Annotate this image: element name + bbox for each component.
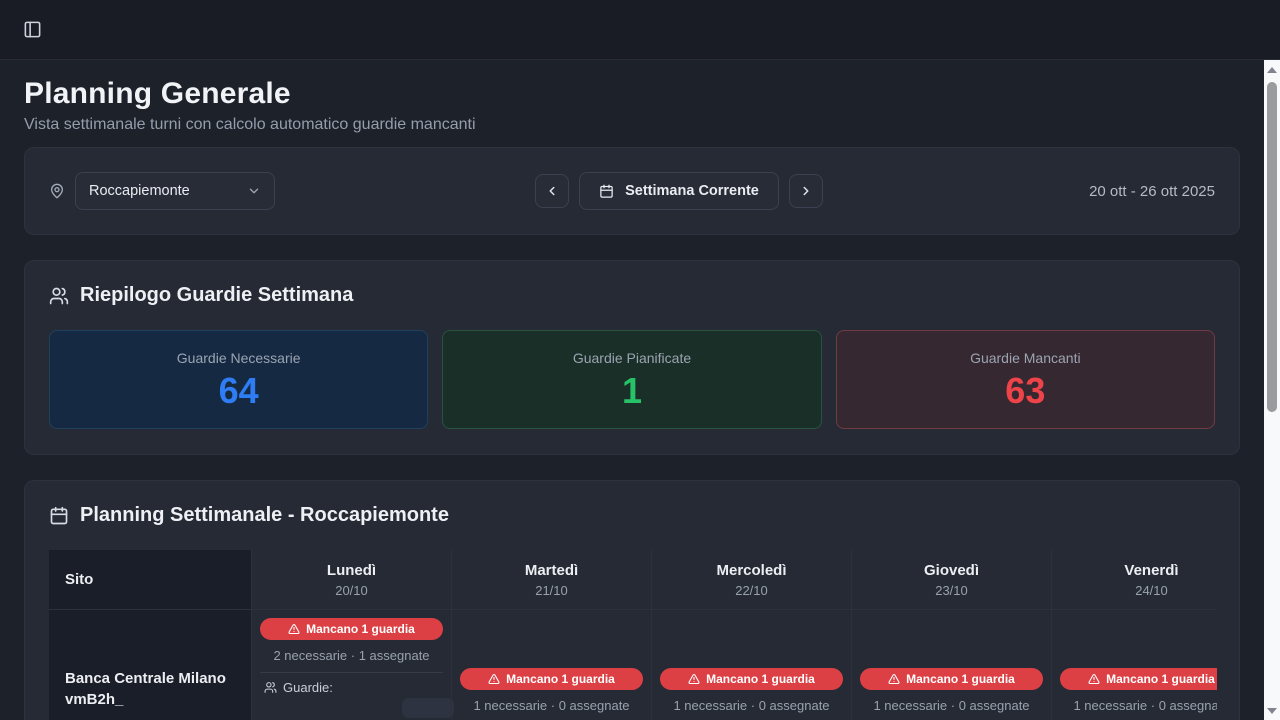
alert-triangle-icon <box>488 673 500 685</box>
scrollbar-thumb[interactable] <box>1267 82 1277 412</box>
summary-title-row: Riepilogo Guardie Settimana <box>49 284 1215 307</box>
missing-guard-badge[interactable]: Mancano 1 guardia <box>860 668 1043 690</box>
summary-stats: Guardie Necessarie 64 Guardie Pianificat… <box>49 330 1215 429</box>
day-cell-venerdi: Mancano 1 guardia 1 necessarie · 0 asseg… <box>1051 610 1217 720</box>
guards-label: Guardie: <box>283 680 333 695</box>
site-name-cell: Banca Centrale Milano vmB2h_ <box>49 610 251 720</box>
planning-table-wrapper: Sito Lunedì 20/10 Martedì 21/10 Mercoled… <box>49 550 1217 720</box>
page-subtitle: Vista settimanale turni con calcolo auto… <box>24 116 1240 134</box>
location-filter: Roccapiemonte <box>49 172 488 210</box>
day-cell-lunedi: Mancano 1 guardia 2 necessarie · 1 asseg… <box>251 610 451 720</box>
cell-stats: 1 necessarie · 0 assegnate <box>852 698 1051 713</box>
users-icon <box>49 286 69 306</box>
scroll-down-arrow-icon[interactable] <box>1267 708 1277 714</box>
current-week-label: Settimana Corrente <box>625 183 759 199</box>
scroll-up-arrow-icon[interactable] <box>1267 67 1277 73</box>
alert-triangle-icon <box>688 673 700 685</box>
stat-label: Guardie Pianificate <box>573 350 691 366</box>
week-navigation: Settimana Corrente <box>535 172 823 210</box>
stat-label: Guardie Mancanti <box>970 350 1081 366</box>
page-title: Planning Generale <box>24 77 1240 111</box>
cell-stats: 1 necessarie · 0 assegnate <box>1052 698 1217 713</box>
vertical-scrollbar[interactable] <box>1264 60 1280 720</box>
stat-guardie-pianificate: Guardie Pianificate 1 <box>442 330 821 429</box>
planning-title-row: Planning Settimanale - Roccapiemonte <box>49 504 1215 527</box>
stat-label: Guardie Necessarie <box>177 350 301 366</box>
column-header-martedi: Martedì 21/10 <box>451 550 651 610</box>
filter-bar: Roccapiemonte Settimana Corrente <box>24 147 1240 235</box>
stat-value: 64 <box>219 373 259 409</box>
stat-value: 63 <box>1005 373 1045 409</box>
current-week-button[interactable]: Settimana Corrente <box>579 172 779 210</box>
cell-stats: 1 necessarie · 0 assegnate <box>452 698 651 713</box>
day-cell-mercoledi: Mancano 1 guardia 1 necessarie · 0 asseg… <box>651 610 851 720</box>
planning-table: Sito Lunedì 20/10 Martedì 21/10 Mercoled… <box>49 550 1217 720</box>
stat-guardie-necessarie: Guardie Necessarie 64 <box>49 330 428 429</box>
column-header-lunedi: Lunedì 20/10 <box>251 550 451 610</box>
missing-guard-badge[interactable]: Mancano 1 guardia <box>260 618 443 640</box>
cell-divider <box>260 672 443 673</box>
chevron-left-icon <box>545 184 559 198</box>
calendar-icon <box>49 506 69 526</box>
cell-stats: 1 necessarie · 0 assegnate <box>652 698 851 713</box>
users-icon <box>264 681 277 694</box>
cell-stats: 2 necessarie · 1 assegnate <box>252 648 451 663</box>
guards-row: Guardie: <box>264 680 451 695</box>
column-header-mercoledi: Mercoledì 22/10 <box>651 550 851 610</box>
missing-guard-badge[interactable]: Mancano 1 guardia <box>460 668 643 690</box>
missing-guard-badge[interactable]: Mancano 1 guardia <box>1060 668 1217 690</box>
previous-week-button[interactable] <box>535 174 569 208</box>
alert-triangle-icon <box>888 673 900 685</box>
panel-left-icon <box>23 20 42 39</box>
planning-title: Planning Settimanale - Roccapiemonte <box>80 504 449 527</box>
sidebar-toggle-button[interactable] <box>14 12 50 48</box>
next-week-button[interactable] <box>789 174 823 208</box>
column-header-giovedi: Giovedì 23/10 <box>851 550 1051 610</box>
map-pin-icon <box>49 183 65 199</box>
summary-card: Riepilogo Guardie Settimana Guardie Nece… <box>24 260 1240 455</box>
day-cell-giovedi: Mancano 1 guardia 1 necessarie · 0 asseg… <box>851 610 1051 720</box>
stat-value: 1 <box>622 373 642 409</box>
missing-guard-badge[interactable]: Mancano 1 guardia <box>660 668 843 690</box>
day-cell-martedi: Mancano 1 guardia 1 necessarie · 0 asseg… <box>451 610 651 720</box>
location-select-value: Roccapiemonte <box>89 183 190 199</box>
guard-chip[interactable] <box>402 698 454 718</box>
alert-triangle-icon <box>288 623 300 635</box>
summary-title: Riepilogo Guardie Settimana <box>80 284 353 307</box>
topbar <box>0 0 1280 60</box>
chevron-down-icon <box>247 184 261 198</box>
column-header-sito: Sito <box>49 550 251 610</box>
main-content: Planning Generale Vista settimanale turn… <box>0 77 1264 720</box>
calendar-icon <box>599 184 614 199</box>
planning-card: Planning Settimanale - Roccapiemonte Sit… <box>24 480 1240 720</box>
alert-triangle-icon <box>1088 673 1100 685</box>
chevron-right-icon <box>799 184 813 198</box>
site-name: Banca Centrale Milano vmB2h_ <box>65 669 235 710</box>
location-select[interactable]: Roccapiemonte <box>75 172 275 210</box>
column-header-venerdi: Venerdì 24/10 <box>1051 550 1217 610</box>
stat-guardie-mancanti: Guardie Mancanti 63 <box>836 330 1215 429</box>
week-date-range: 20 ott - 26 ott 2025 <box>1089 183 1215 200</box>
